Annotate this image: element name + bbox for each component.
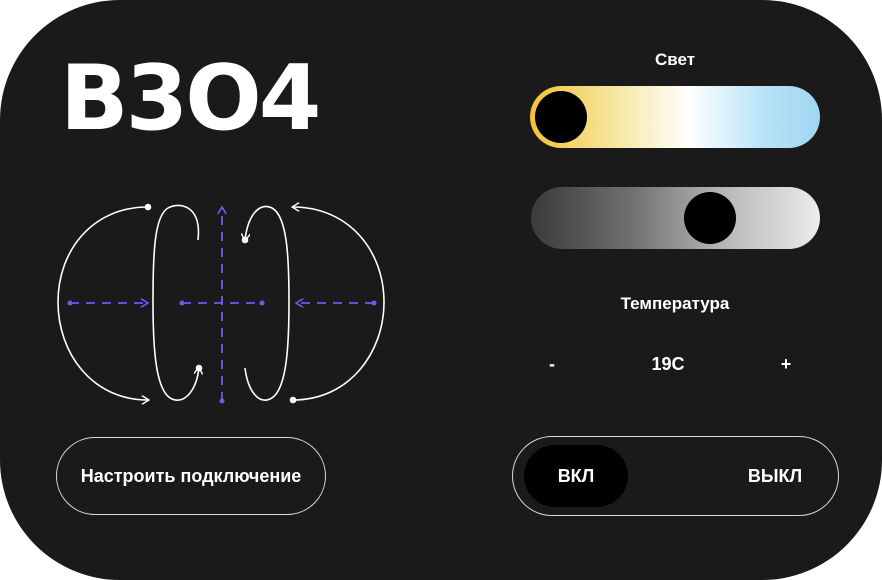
temperature-decrease-button[interactable]: - xyxy=(537,350,567,378)
light-label: Свет xyxy=(654,50,696,69)
light-brightness-slider[interactable] xyxy=(531,187,820,249)
temperature-label: Температура xyxy=(620,294,730,313)
connection-field-icon xyxy=(57,196,385,412)
room-title: B3O4 xyxy=(60,46,321,151)
temperature-increase-button[interactable]: + xyxy=(771,350,801,378)
power-on-button[interactable]: ВКЛ xyxy=(524,445,628,507)
configure-connection-button[interactable]: Настроить подключение xyxy=(56,437,326,515)
light-brightness-knob[interactable] xyxy=(683,192,736,244)
control-panel: B3O4 Настроить подключение Свет Температ… xyxy=(0,0,882,580)
light-color-knob[interactable] xyxy=(535,91,587,143)
power-toggle: ВКЛ ВЫКЛ xyxy=(512,436,839,516)
temperature-value: 19C xyxy=(651,354,685,374)
light-color-temperature-slider[interactable] xyxy=(530,86,820,148)
power-off-button[interactable]: ВЫКЛ xyxy=(723,445,827,507)
